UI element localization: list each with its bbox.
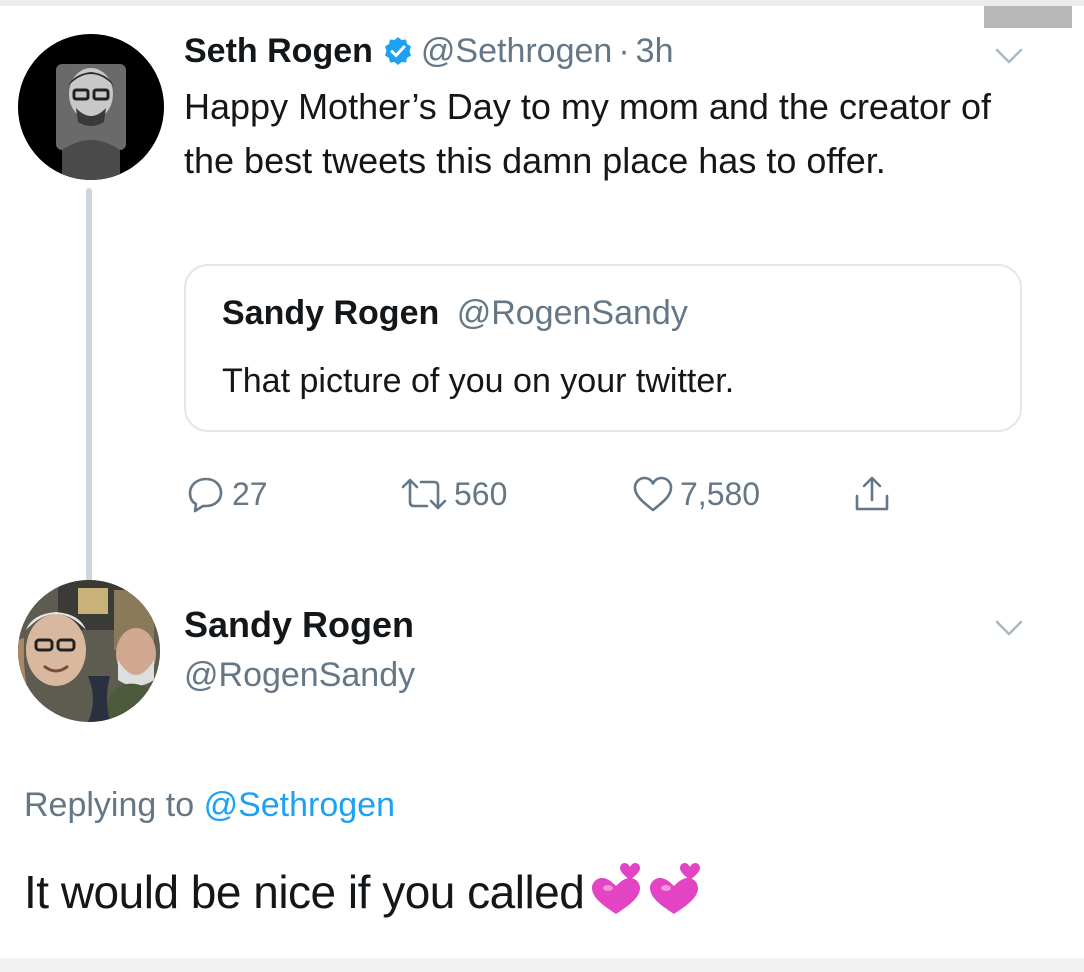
thread-connector-line bbox=[86, 188, 92, 588]
heart-outline-icon bbox=[632, 475, 674, 513]
like-button[interactable]: 7,580 bbox=[632, 472, 760, 516]
chevron-down-icon[interactable] bbox=[994, 46, 1024, 66]
quoted-tweet-card[interactable]: Sandy Rogen @RogenSandy That picture of … bbox=[184, 264, 1022, 432]
sandy-avatar[interactable] bbox=[18, 580, 160, 722]
verified-badge-icon bbox=[383, 36, 413, 66]
sandy-avatar-photo bbox=[18, 580, 160, 722]
reply-author-handle[interactable]: @RogenSandy bbox=[184, 656, 415, 695]
reply-text: It would be nice if you called bbox=[24, 866, 585, 918]
retweet-count: 560 bbox=[454, 475, 508, 512]
quoted-tweet-header: Sandy Rogen @RogenSandy bbox=[222, 294, 688, 333]
reply-bubble-icon bbox=[186, 474, 226, 514]
tweet-author-handle[interactable]: @Sethrogen bbox=[421, 32, 612, 71]
reply-text-line: It would be nice if you called bbox=[24, 862, 706, 922]
share-button[interactable] bbox=[852, 472, 892, 516]
replying-to-line: Replying to @Sethrogen bbox=[24, 786, 395, 825]
quoted-tweet-text: That picture of you on your twitter. bbox=[222, 362, 735, 400]
quoted-author-name: Sandy Rogen bbox=[222, 294, 440, 332]
seth-avatar-photo bbox=[18, 34, 164, 180]
reply-button[interactable]: 27 bbox=[186, 472, 268, 516]
tweet-text: Happy Mother’s Day to my mom and the cre… bbox=[184, 86, 992, 181]
two-hearts-emoji bbox=[586, 862, 706, 922]
quoted-author-handle: @RogenSandy bbox=[456, 294, 688, 332]
retweet-button[interactable]: 560 bbox=[400, 472, 507, 516]
share-upload-icon bbox=[852, 474, 892, 514]
tweet-header: Seth Rogen @Sethrogen · 3h bbox=[184, 26, 673, 76]
seth-avatar[interactable] bbox=[18, 34, 164, 180]
tweet-author-name[interactable]: Seth Rogen bbox=[184, 32, 373, 71]
reply-author-name[interactable]: Sandy Rogen bbox=[184, 604, 414, 646]
reply-count: 27 bbox=[232, 475, 268, 512]
tweet-actions-bar: 27 560 7,580 bbox=[184, 472, 904, 516]
replying-prefix: Replying to bbox=[24, 786, 195, 824]
retweet-icon bbox=[400, 476, 448, 512]
top-right-redaction-block bbox=[984, 6, 1072, 28]
tweet-timestamp[interactable]: 3h bbox=[636, 32, 674, 71]
replying-mention-link[interactable]: @Sethrogen bbox=[204, 786, 395, 824]
top-edge-strip bbox=[0, 0, 1084, 6]
header-separator: · bbox=[618, 31, 630, 70]
like-count: 7,580 bbox=[680, 475, 761, 512]
bottom-edge-strip bbox=[0, 958, 1084, 972]
reply-chevron-down-icon[interactable] bbox=[994, 618, 1024, 638]
